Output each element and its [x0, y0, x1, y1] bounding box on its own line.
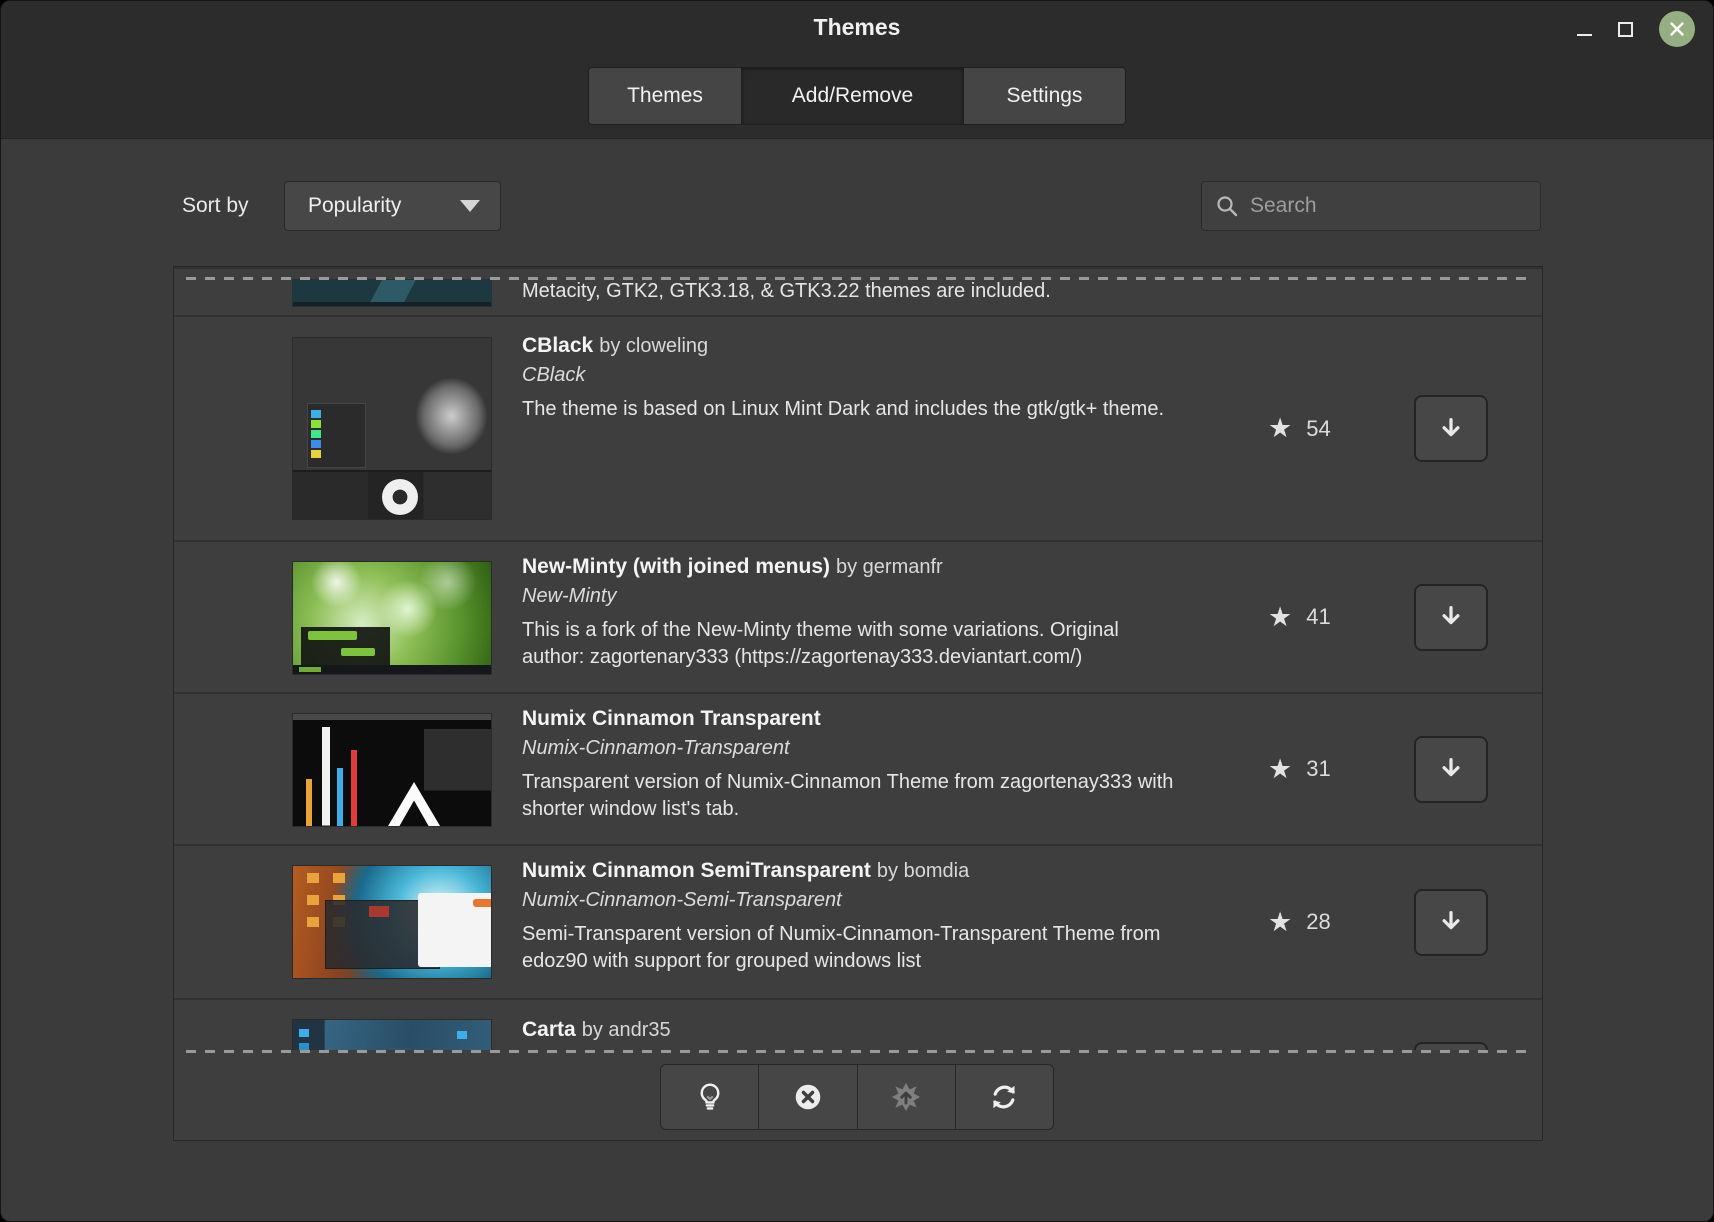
star-count: 28 [1306, 909, 1330, 935]
themes-list-frame: Metacity, GTK2, GTK3.18, & GTK3.22 theme… [173, 266, 1543, 1141]
theme-thumbnail [292, 279, 492, 307]
star-count: 41 [1306, 604, 1330, 630]
search-input[interactable] [1250, 194, 1528, 218]
titlebar: Themes [1, 1, 1713, 57]
download-button[interactable] [1414, 584, 1488, 651]
tab-themes[interactable]: Themes [588, 67, 742, 125]
theme-title: Numix Cinnamon SemiTransparent [522, 859, 871, 882]
update-starburst-icon [890, 1081, 922, 1113]
themes-window: Themes Themes Add/Remove Settings Sort b… [0, 0, 1714, 1222]
star-icon: ★ [1268, 756, 1292, 783]
scroll-overflow-top-indicator [186, 277, 1530, 280]
tab-add-remove[interactable]: Add/Remove [741, 67, 964, 125]
download-button-partial[interactable] [1414, 1042, 1488, 1050]
theme-thumbnail [292, 561, 492, 675]
theme-title: Numix Cinnamon Transparent [522, 707, 821, 730]
sort-by-label: Sort by [182, 181, 249, 231]
header: Themes Themes Add/Remove Settings [1, 1, 1713, 139]
search-box [1201, 181, 1541, 231]
theme-thumbnail [292, 337, 492, 520]
list-toolbar [660, 1064, 1054, 1130]
maximize-icon [1618, 22, 1633, 37]
theme-subtitle: Numix-Cinnamon-Transparent [522, 737, 1177, 760]
theme-thumbnail [292, 713, 492, 827]
download-icon [1436, 602, 1466, 632]
star-icon: ★ [1268, 909, 1292, 936]
refresh-icon [988, 1081, 1020, 1113]
theme-subtitle: New-Minty [522, 585, 1177, 608]
theme-author: by cloweling [599, 335, 708, 357]
view-switcher: Themes Add/Remove Settings [588, 67, 1126, 125]
show-info-button[interactable] [660, 1064, 759, 1130]
window-title: Themes [1, 14, 1713, 41]
minimize-button[interactable] [1577, 22, 1592, 36]
star-icon: ★ [1268, 604, 1292, 631]
tab-settings[interactable]: Settings [963, 67, 1126, 125]
close-button[interactable] [1659, 11, 1695, 47]
sort-dropdown[interactable]: Popularity [284, 181, 501, 231]
download-icon [1436, 907, 1466, 937]
download-button[interactable] [1414, 395, 1488, 462]
theme-description: Semi-Transparent version of Numix-Cinnam… [522, 921, 1177, 975]
theme-list-item[interactable]: CBlack by cloweling CBlack The theme is b… [174, 315, 1542, 540]
refresh-button[interactable] [955, 1064, 1054, 1130]
x-circle-icon [792, 1081, 824, 1113]
theme-author: by bomdia [877, 860, 969, 882]
star-count: 31 [1306, 756, 1330, 782]
update-button[interactable] [857, 1064, 956, 1130]
theme-list-item-partial-bottom[interactable]: Carta by andr35 [174, 998, 1542, 1050]
star-icon: ★ [1268, 415, 1292, 442]
uninstall-button[interactable] [758, 1064, 857, 1130]
theme-list-item[interactable]: Numix Cinnamon SemiTransparentby bomdia … [174, 844, 1542, 998]
theme-thumbnail [292, 865, 492, 979]
search-icon [1214, 193, 1240, 219]
theme-title: CBlack [522, 334, 593, 357]
chevron-down-icon [460, 200, 480, 212]
theme-list-item[interactable]: Numix Cinnamon Transparent Numix-Cinnamo… [174, 692, 1542, 844]
maximize-button[interactable] [1618, 22, 1633, 37]
theme-description: This is a fork of the New-Minty theme wi… [522, 617, 1177, 671]
theme-title: New-Minty (with joined menus) [522, 555, 830, 578]
theme-description: The theme is based on Linux Mint Dark an… [522, 396, 1177, 423]
theme-list-item[interactable]: New-Minty (with joined menus) by germanfr… [174, 540, 1542, 692]
star-count: 54 [1306, 416, 1330, 442]
theme-thumbnail [292, 1019, 492, 1050]
download-button[interactable] [1414, 736, 1488, 803]
theme-list-item-partial-top[interactable]: Metacity, GTK2, GTK3.18, & GTK3.22 theme… [174, 267, 1542, 315]
lightbulb-icon [694, 1081, 726, 1113]
theme-author: by germanfr [836, 556, 943, 578]
scroll-overflow-bottom-indicator [186, 1050, 1530, 1053]
theme-description: Transparent version of Numix-Cinnamon Th… [522, 769, 1177, 823]
window-controls [1577, 10, 1695, 48]
download-button[interactable] [1414, 889, 1488, 956]
download-icon [1436, 754, 1466, 784]
close-icon [1668, 20, 1686, 38]
theme-description: Metacity, GTK2, GTK3.18, & GTK3.22 theme… [522, 278, 1177, 305]
sort-dropdown-value: Popularity [308, 194, 401, 218]
theme-subtitle: CBlack [522, 364, 1177, 387]
minimize-icon [1577, 34, 1592, 36]
theme-title: Carta [522, 1018, 576, 1041]
theme-subtitle: Numix-Cinnamon-Semi-Transparent [522, 889, 1177, 912]
download-icon [1436, 414, 1466, 444]
theme-author: by andr35 [582, 1019, 671, 1041]
